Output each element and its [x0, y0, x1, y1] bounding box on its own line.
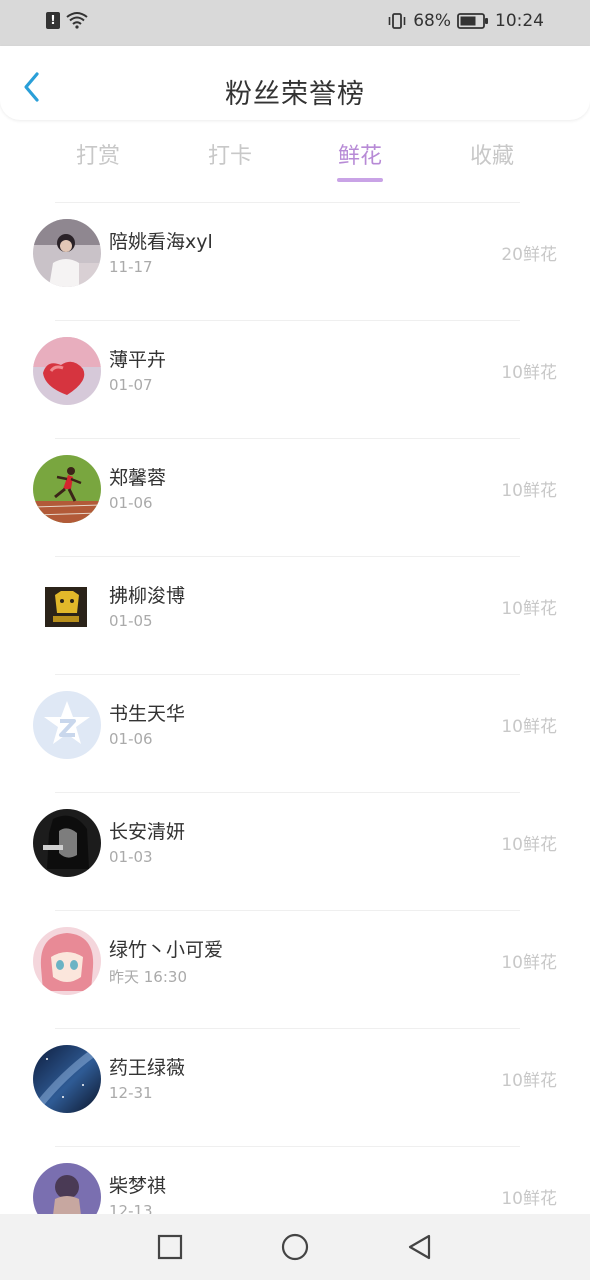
fan-name: 薄平卉 [109, 349, 167, 371]
battery-percent: 68% [413, 11, 451, 31]
flower-amount: 10鲜花 [501, 599, 557, 619]
status-bar: ! 68% 10:24 [0, 0, 590, 46]
header: 粉丝荣誉榜 [0, 46, 590, 120]
flower-amount: 10鲜花 [501, 717, 557, 737]
avatar [33, 337, 101, 405]
tab-active-indicator [337, 178, 383, 182]
vibrate-icon [387, 12, 407, 30]
flower-amount: 10鲜花 [501, 953, 557, 973]
fan-list: 陪姚看海xyl 11-17 20鲜花 薄平卉 01-07 10鲜花 郑馨蓉 01… [0, 202, 590, 1214]
avatar [33, 455, 101, 523]
circle-icon [281, 1233, 309, 1261]
square-icon [157, 1234, 183, 1260]
fan-date: 01-06 [109, 730, 153, 748]
fan-date: 01-07 [109, 376, 153, 394]
list-item[interactable]: 陪姚看海xyl 11-17 20鲜花 [0, 202, 590, 320]
fan-name: 陪姚看海xyl [109, 231, 213, 253]
page-title: 粉丝荣誉榜 [225, 79, 365, 110]
fan-date: 01-06 [109, 494, 153, 512]
home-button[interactable] [281, 1233, 309, 1261]
fan-date: 昨天 16:30 [109, 968, 187, 986]
avatar [33, 1045, 101, 1113]
tab-label: 收藏 [469, 144, 514, 169]
list-item[interactable]: 薄平卉 01-07 10鲜花 [0, 320, 590, 438]
flower-amount: 10鲜花 [501, 835, 557, 855]
avatar [33, 219, 101, 287]
tab-label: 打赏 [75, 144, 120, 169]
fan-date: 11-17 [109, 258, 153, 276]
flower-amount: 10鲜花 [501, 481, 557, 501]
fan-name: 药王绿薇 [109, 1057, 186, 1079]
fan-name: 书生天华 [109, 703, 186, 725]
tab-checkin[interactable]: 打卡 [190, 138, 270, 170]
fan-date: 12-31 [109, 1084, 153, 1102]
system-nav-bar [0, 1214, 590, 1280]
fan-date: 01-05 [109, 612, 153, 630]
list-item[interactable]: 长安清妍 01-03 10鲜花 [0, 792, 590, 910]
list-item[interactable]: 书生天华 01-06 10鲜花 [0, 674, 590, 792]
fan-name: 郑馨蓉 [109, 467, 167, 489]
tab-bar: 打赏 打卡 鲜花 收藏 [0, 138, 590, 188]
tab-tip[interactable]: 打赏 [58, 138, 138, 170]
fan-name: 绿竹丶小可爱 [109, 939, 224, 961]
list-item[interactable]: 郑馨蓉 01-06 10鲜花 [0, 438, 590, 556]
tab-flowers[interactable]: 鲜花 [320, 138, 400, 182]
fan-name: 柴梦祺 [109, 1175, 167, 1197]
fan-date: 01-03 [109, 848, 153, 866]
status-right: 68% 10:24 [387, 11, 544, 31]
recents-button[interactable] [156, 1233, 184, 1261]
fan-date: 12-13 [109, 1202, 153, 1214]
nav-back-button[interactable] [406, 1233, 434, 1261]
flower-amount: 10鲜花 [501, 1189, 557, 1209]
flower-amount: 10鲜花 [501, 363, 557, 383]
avatar [33, 573, 101, 641]
battery-icon [457, 13, 489, 29]
avatar [33, 1163, 101, 1214]
list-item[interactable]: 拂柳浚博 01-05 10鲜花 [0, 556, 590, 674]
list-item[interactable]: 柴梦祺 12-13 10鲜花 [0, 1146, 590, 1214]
avatar [33, 927, 101, 995]
clock: 10:24 [495, 11, 544, 31]
fan-name: 长安清妍 [109, 821, 186, 843]
triangle-back-icon [408, 1234, 431, 1260]
tab-label: 鲜花 [337, 144, 382, 169]
fan-name: 拂柳浚博 [109, 585, 186, 607]
flower-amount: 10鲜花 [501, 1071, 557, 1091]
wifi-icon [66, 11, 88, 29]
flower-amount: 20鲜花 [501, 245, 557, 265]
avatar [33, 691, 101, 759]
avatar [33, 809, 101, 877]
list-item[interactable]: 药王绿薇 12-31 10鲜花 [0, 1028, 590, 1146]
tab-favorites[interactable]: 收藏 [452, 138, 532, 170]
status-left: ! [46, 11, 88, 29]
tab-label: 打卡 [207, 144, 252, 169]
alert-icon: ! [46, 11, 60, 29]
list-item[interactable]: 绿竹丶小可爱 昨天 16:30 10鲜花 [0, 910, 590, 1028]
